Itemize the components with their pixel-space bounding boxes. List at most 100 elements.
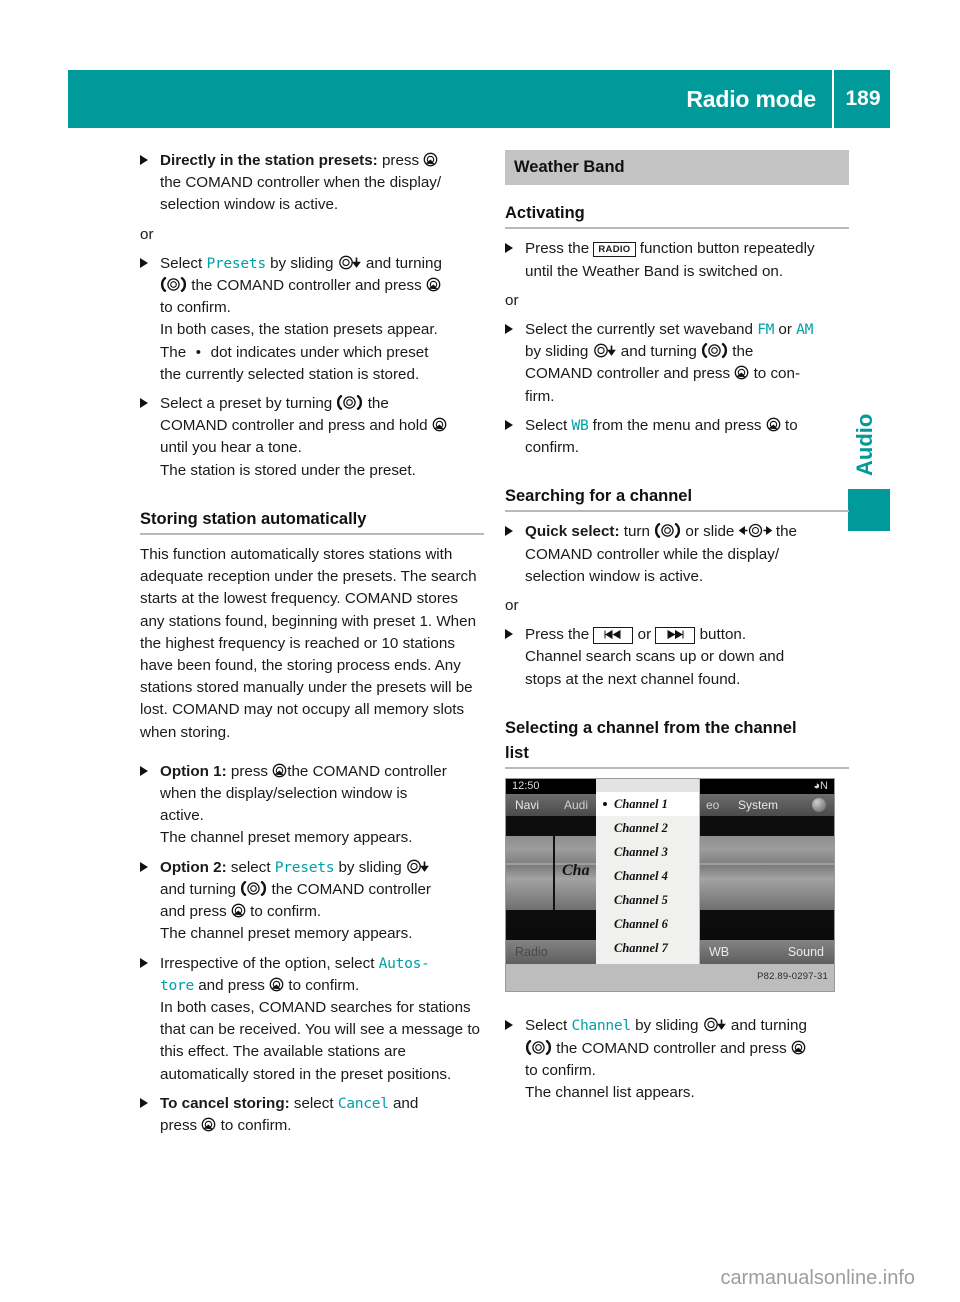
comand-bottom-sound[interactable]: Sound [788,940,824,964]
heading-rule [505,767,849,770]
heading-rule [505,227,849,230]
menu-term-cancel: Cancel [337,1094,389,1112]
heading-selecting-channel-line1: Selecting a channel from the channel [505,718,797,737]
step-mid: by sliding [635,1017,699,1035]
line4: The channel preset memory appears. [160,829,413,847]
turn-controller-icon [525,1039,552,1055]
line3a: and press [160,903,227,921]
channel-list-top-spacer [596,779,699,793]
channel-list-item[interactable]: Channel 2 [596,816,699,840]
section-tab-audio: Audio [852,413,877,477]
radio-button-keycap: RADIO [593,242,636,258]
line2: COMAND controller and press and hold [160,417,428,435]
list-item-option-2: Option 2: select Presets by sliding and … [140,857,484,946]
list-item-select-channel: Select Channel by sliding and turning th… [505,1015,849,1104]
prev-track-icon [593,627,634,645]
comand-menu-video[interactable]: eo [706,794,719,816]
channel-list-item-label: Channel 5 [614,893,668,908]
press-controller-icon [432,417,447,432]
comand-menu-system[interactable]: System [738,794,778,816]
slide-down-controller-icon [406,859,430,874]
line2a: and turning [160,880,236,898]
step1-post: function button repeatedly [639,240,815,258]
option1-after: the COMAND controller [287,762,447,780]
bullet-dot-icon: • [195,343,202,361]
option1-label: Option 1: [160,762,227,780]
bullet-arrow-icon [505,419,513,430]
comand-menu-orb-icon [812,798,826,813]
cancel-rest: select [289,1094,334,1112]
option2-label: Option 2: [160,858,227,876]
menu-term-fm: FM [757,321,775,339]
next-track-icon [655,627,696,645]
channel-list-item[interactable]: Channel 1 [596,792,699,817]
list-item-line3: selection window is active. [160,196,339,214]
comand-bottom-radio[interactable]: Radio [515,940,548,964]
or-connector: or [505,291,519,309]
step2-line4: firm. [525,387,555,405]
line3b: to confirm. [250,903,322,921]
quick-select-rest: turn [619,523,650,541]
press-controller-icon [426,277,441,292]
option1-rest: press [226,762,269,780]
press-controller-icon [734,365,749,380]
bullet-arrow-icon [140,1097,148,1108]
list-item-lead: Directly in the station presets: [160,152,378,169]
channel-list-item[interactable]: Channel 4 [596,864,699,888]
irrespective-after2: to confirm. [288,976,360,994]
line2b: the COMAND controller [271,880,431,898]
menu-term-channel: Channel [571,1017,631,1035]
page-number: 189 [845,87,881,110]
heading-searching-for-a-channel: Searching for a channel [505,487,693,506]
option2-rest: select [226,858,271,876]
list-item-press-seek: Press the or button. Channel search scan… [505,624,849,691]
line4: The station is stored under the preset. [160,461,416,479]
channel-list-item-label: Channel 3 [614,845,668,860]
comand-menu-navi[interactable]: Navi [515,794,539,816]
bullet-arrow-icon [140,765,148,776]
channel-list-item[interactable]: Channel 6 [596,912,699,936]
site-watermark: carmanualsonline.info [720,1267,915,1289]
select-label: Select [160,254,203,272]
comand-clock: 12:50 [512,780,540,793]
list-item-irrespective: Irrespective of the option, select Autos… [140,953,484,1086]
menu-term-am: AM [796,321,814,339]
list-item-cancel: To cancel storing: select Cancel and pre… [140,1093,484,1137]
channel-list-item[interactable]: Channel 5 [596,888,699,912]
step2-pre: Select the currently set waveband [525,321,753,339]
press-controller-icon [201,1117,216,1132]
heading-activating: Activating [505,204,585,223]
quick-select-mid: or slide [685,523,735,541]
press-controller-icon [231,903,246,918]
line2a: the COMAND controller and press [556,1039,787,1057]
figure-caption: P82.89-0297-31 [506,964,834,992]
line6: the currently selected station is stored… [160,365,420,383]
turn-controller-icon [240,880,267,896]
step2-or: or [778,321,792,339]
comand-channel-list[interactable]: Channel 1 Channel 2 Channel 3 Channel 4 Chan… [596,779,700,965]
irrespective-after: and press [198,976,265,994]
step3-line2: confirm. [525,439,580,457]
line4: In both cases, the station presets appea… [160,321,438,339]
channel-list-item[interactable]: Channel 7 [596,936,699,960]
or-connector: or [140,225,154,243]
press-mid: or [637,626,652,644]
cancel-label: To cancel storing: [160,1094,290,1112]
press-pre: Press the [525,626,590,644]
turn-controller-icon [654,523,681,539]
right-column: Weather Band Activating Press the RADIO … [505,150,849,1104]
bullet-arrow-icon [140,957,148,968]
line5a: The [160,343,187,361]
comand-bottom-wb[interactable]: WB [709,940,729,964]
menu-term-presets: Presets [274,858,335,876]
menu-term-autostore-part1: Autos- [378,954,430,972]
channel-list-item[interactable]: Channel 3 [596,840,699,864]
heading-selecting-channel-line2: list [505,744,529,763]
comand-menu-audio[interactable]: Audi [564,794,588,816]
step2-line3b: to con- [753,365,801,383]
list-item: Select a preset by turning the COMAND co… [140,393,484,482]
line5b: dot indicates under which preset [210,343,429,361]
line3: selection window is active. [525,567,704,585]
